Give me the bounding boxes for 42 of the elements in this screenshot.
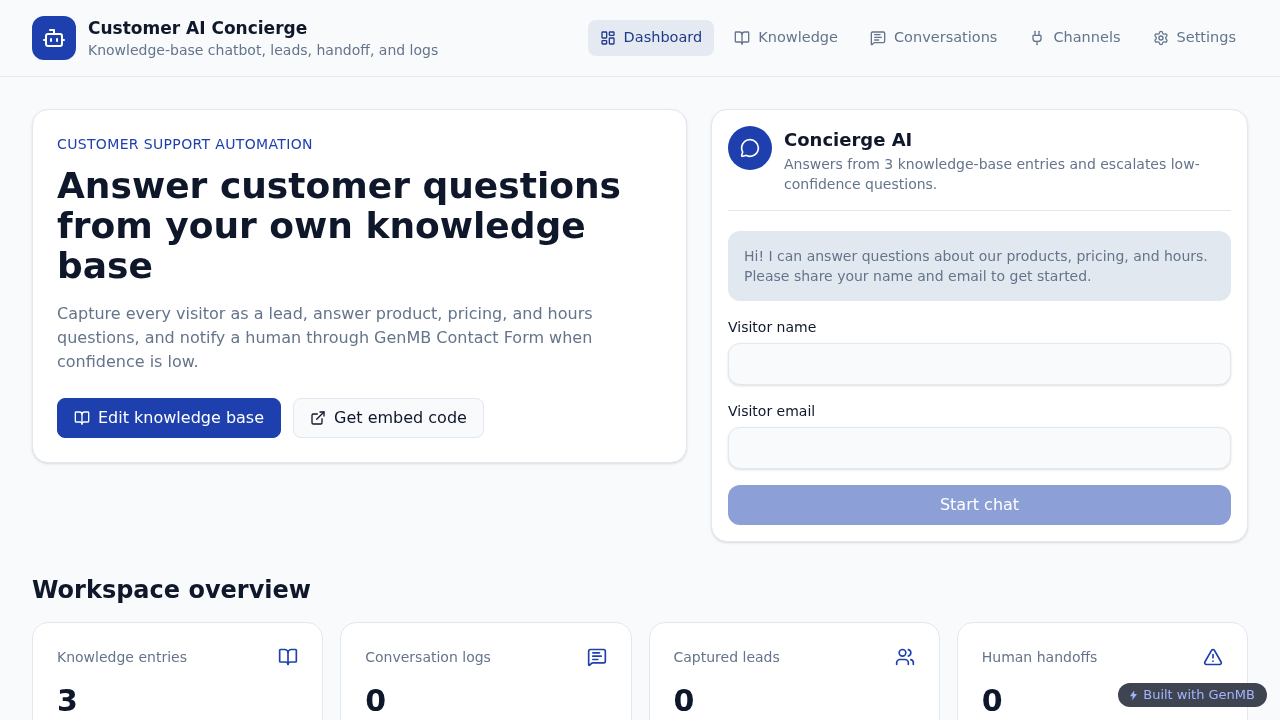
stat-label: Captured leads bbox=[673, 648, 780, 667]
chat-description: Answers from 3 knowledge-base entries and escalates low-confidence questions. bbox=[784, 155, 1201, 194]
nav-tab[interactable]: Dashboard bbox=[587, 20, 715, 56]
message-icon bbox=[586, 647, 607, 667]
field-label: Visitor email bbox=[728, 402, 816, 421]
users-icon bbox=[894, 647, 915, 667]
chat-title: Concierge AI bbox=[784, 128, 913, 152]
nav-tab[interactable]: Settings bbox=[1140, 20, 1248, 56]
robot-logo-icon bbox=[32, 16, 76, 60]
external-link-icon bbox=[310, 410, 327, 426]
input-field[interactable] bbox=[728, 427, 1231, 469]
stat-label: Knowledge entries bbox=[57, 648, 187, 667]
stat-value: 0 bbox=[981, 683, 1003, 719]
hero-headline: Answer customer questions from your own knowledge base bbox=[57, 166, 622, 286]
message-icon bbox=[870, 30, 886, 46]
embed-code-button[interactable]: Get embed code bbox=[293, 398, 484, 438]
stat-value: 0 bbox=[673, 683, 695, 719]
built-with-badge[interactable]: Built with GenMB bbox=[1118, 683, 1267, 707]
nav-tab[interactable]: Knowledge bbox=[722, 20, 850, 56]
app-subtitle: Knowledge-base chatbot, leads, handoff, and logs bbox=[88, 41, 439, 60]
lightning-bolt-icon bbox=[1130, 689, 1138, 701]
nav-tab[interactable]: Conversations bbox=[858, 20, 1010, 56]
edit-button[interactable]: Edit knowledge base bbox=[57, 398, 282, 438]
hero-description: Capture every visitor as a lead, answer product, pricing, and hours questions, and notify a human through GenMB Contact Form when confidence is low. bbox=[57, 303, 594, 373]
eyebrow-label: CUSTOMER SUPPORT AUTOMATION bbox=[57, 135, 313, 154]
warning-icon bbox=[1203, 647, 1223, 667]
book-icon bbox=[278, 647, 299, 667]
stat-value: 3 bbox=[57, 683, 78, 719]
section-heading: Workspace overview bbox=[32, 575, 311, 606]
field-label: Visitor name bbox=[728, 318, 817, 337]
app-title: Customer AI Concierge bbox=[88, 17, 309, 40]
stat-label: Human handoffs bbox=[981, 648, 1098, 667]
input-field[interactable] bbox=[728, 343, 1231, 385]
book-icon bbox=[734, 30, 751, 46]
stat-value: 0 bbox=[365, 683, 387, 719]
stat-label: Conversation logs bbox=[365, 648, 491, 667]
nav-tab[interactable]: Channels bbox=[1017, 20, 1133, 56]
book-icon bbox=[74, 410, 90, 426]
chat-bubble-avatar-icon bbox=[728, 126, 772, 170]
chat-message: Hi! I can answer questions about our products, pricing, and hours. Please share your name and email to get started. bbox=[728, 231, 1231, 301]
settings-icon bbox=[1152, 30, 1169, 46]
dashboard-grid-icon bbox=[599, 30, 616, 46]
